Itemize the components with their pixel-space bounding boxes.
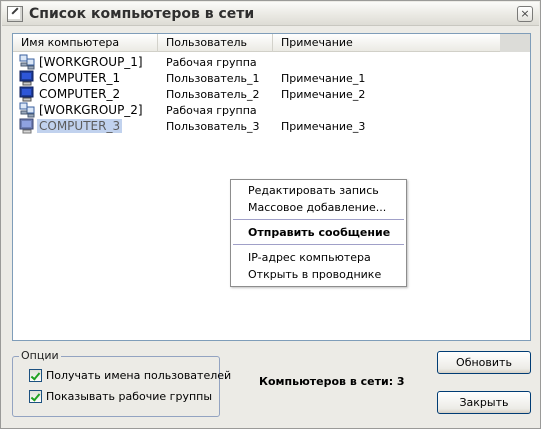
user-name: Рабочая группа (166, 104, 257, 117)
menu-item-open-explorer[interactable]: Открыть в проводнике (248, 268, 381, 281)
computer-icon (19, 86, 34, 102)
computer-name: [WORKGROUP_2] (39, 103, 143, 117)
checkbox-checked-icon[interactable] (29, 369, 42, 382)
list-header: Имя компьютера Пользователь Примечание (13, 34, 530, 52)
menu-item-bulk-add[interactable]: Массовое добавление... (248, 201, 386, 214)
list-item[interactable]: COMPUTER_1 Пользователь_1 Примечание_1 (13, 70, 530, 86)
column-header-filler (500, 34, 530, 52)
menu-separator (233, 219, 404, 220)
refresh-button[interactable]: Обновить (437, 351, 531, 374)
network-computers-window: Список компьютеров в сети × Имя компьюте… (0, 0, 541, 429)
checkbox-label[interactable]: Показывать рабочие группы (46, 390, 212, 403)
options-group-label: Опции (19, 349, 61, 362)
list-item[interactable]: [WORKGROUP_2] Рабочая группа (13, 102, 530, 118)
column-header-name[interactable]: Имя компьютера (13, 34, 158, 52)
computer-icon (19, 70, 34, 86)
computer-name: [WORKGROUP_1] (39, 55, 143, 69)
list-item[interactable]: COMPUTER_2 Пользователь_2 Примечание_2 (13, 86, 530, 102)
user-name: Пользователь_2 (166, 88, 260, 101)
menu-item-ip-address[interactable]: IP-адрес компьютера (248, 251, 371, 264)
computer-icon (19, 118, 34, 134)
context-menu: Редактировать запись Массовое добавление… (230, 179, 407, 287)
close-button[interactable]: Закрыть (437, 391, 531, 414)
note: Примечание_2 (281, 88, 366, 101)
column-header-note[interactable]: Примечание (273, 34, 500, 52)
options-group: Опции Получать имена пользователей Показ… (12, 349, 231, 417)
menu-item-edit-record[interactable]: Редактировать запись (248, 184, 379, 197)
workgroup-icon (19, 102, 35, 118)
title-bar: Список компьютеров в сети × (2, 2, 539, 26)
close-icon[interactable]: × (517, 6, 533, 22)
column-header-user[interactable]: Пользователь (158, 34, 273, 52)
note: Примечание_1 (281, 72, 366, 85)
computer-name: COMPUTER_3 (37, 119, 123, 133)
app-icon (7, 6, 23, 22)
window-title: Список компьютеров в сети (29, 6, 255, 22)
list-item-selected[interactable]: COMPUTER_3 Пользователь_3 Примечание_3 (13, 118, 530, 134)
list-item[interactable]: [WORKGROUP_1] Рабочая группа (13, 54, 530, 70)
checkbox-label[interactable]: Получать имена пользователей (46, 369, 231, 382)
workgroup-icon (19, 54, 35, 70)
user-name: Пользователь_3 (166, 120, 260, 133)
computer-name: COMPUTER_1 (39, 71, 121, 85)
user-name: Рабочая группа (166, 56, 257, 69)
note: Примечание_3 (281, 120, 366, 133)
computer-name: COMPUTER_2 (39, 87, 121, 101)
menu-separator (233, 244, 404, 245)
menu-item-send-message[interactable]: Отправить сообщение (248, 226, 390, 239)
computer-count: Компьютеров в сети: 3 (259, 375, 405, 388)
user-name: Пользователь_1 (166, 72, 260, 85)
checkbox-checked-icon[interactable] (29, 390, 42, 403)
